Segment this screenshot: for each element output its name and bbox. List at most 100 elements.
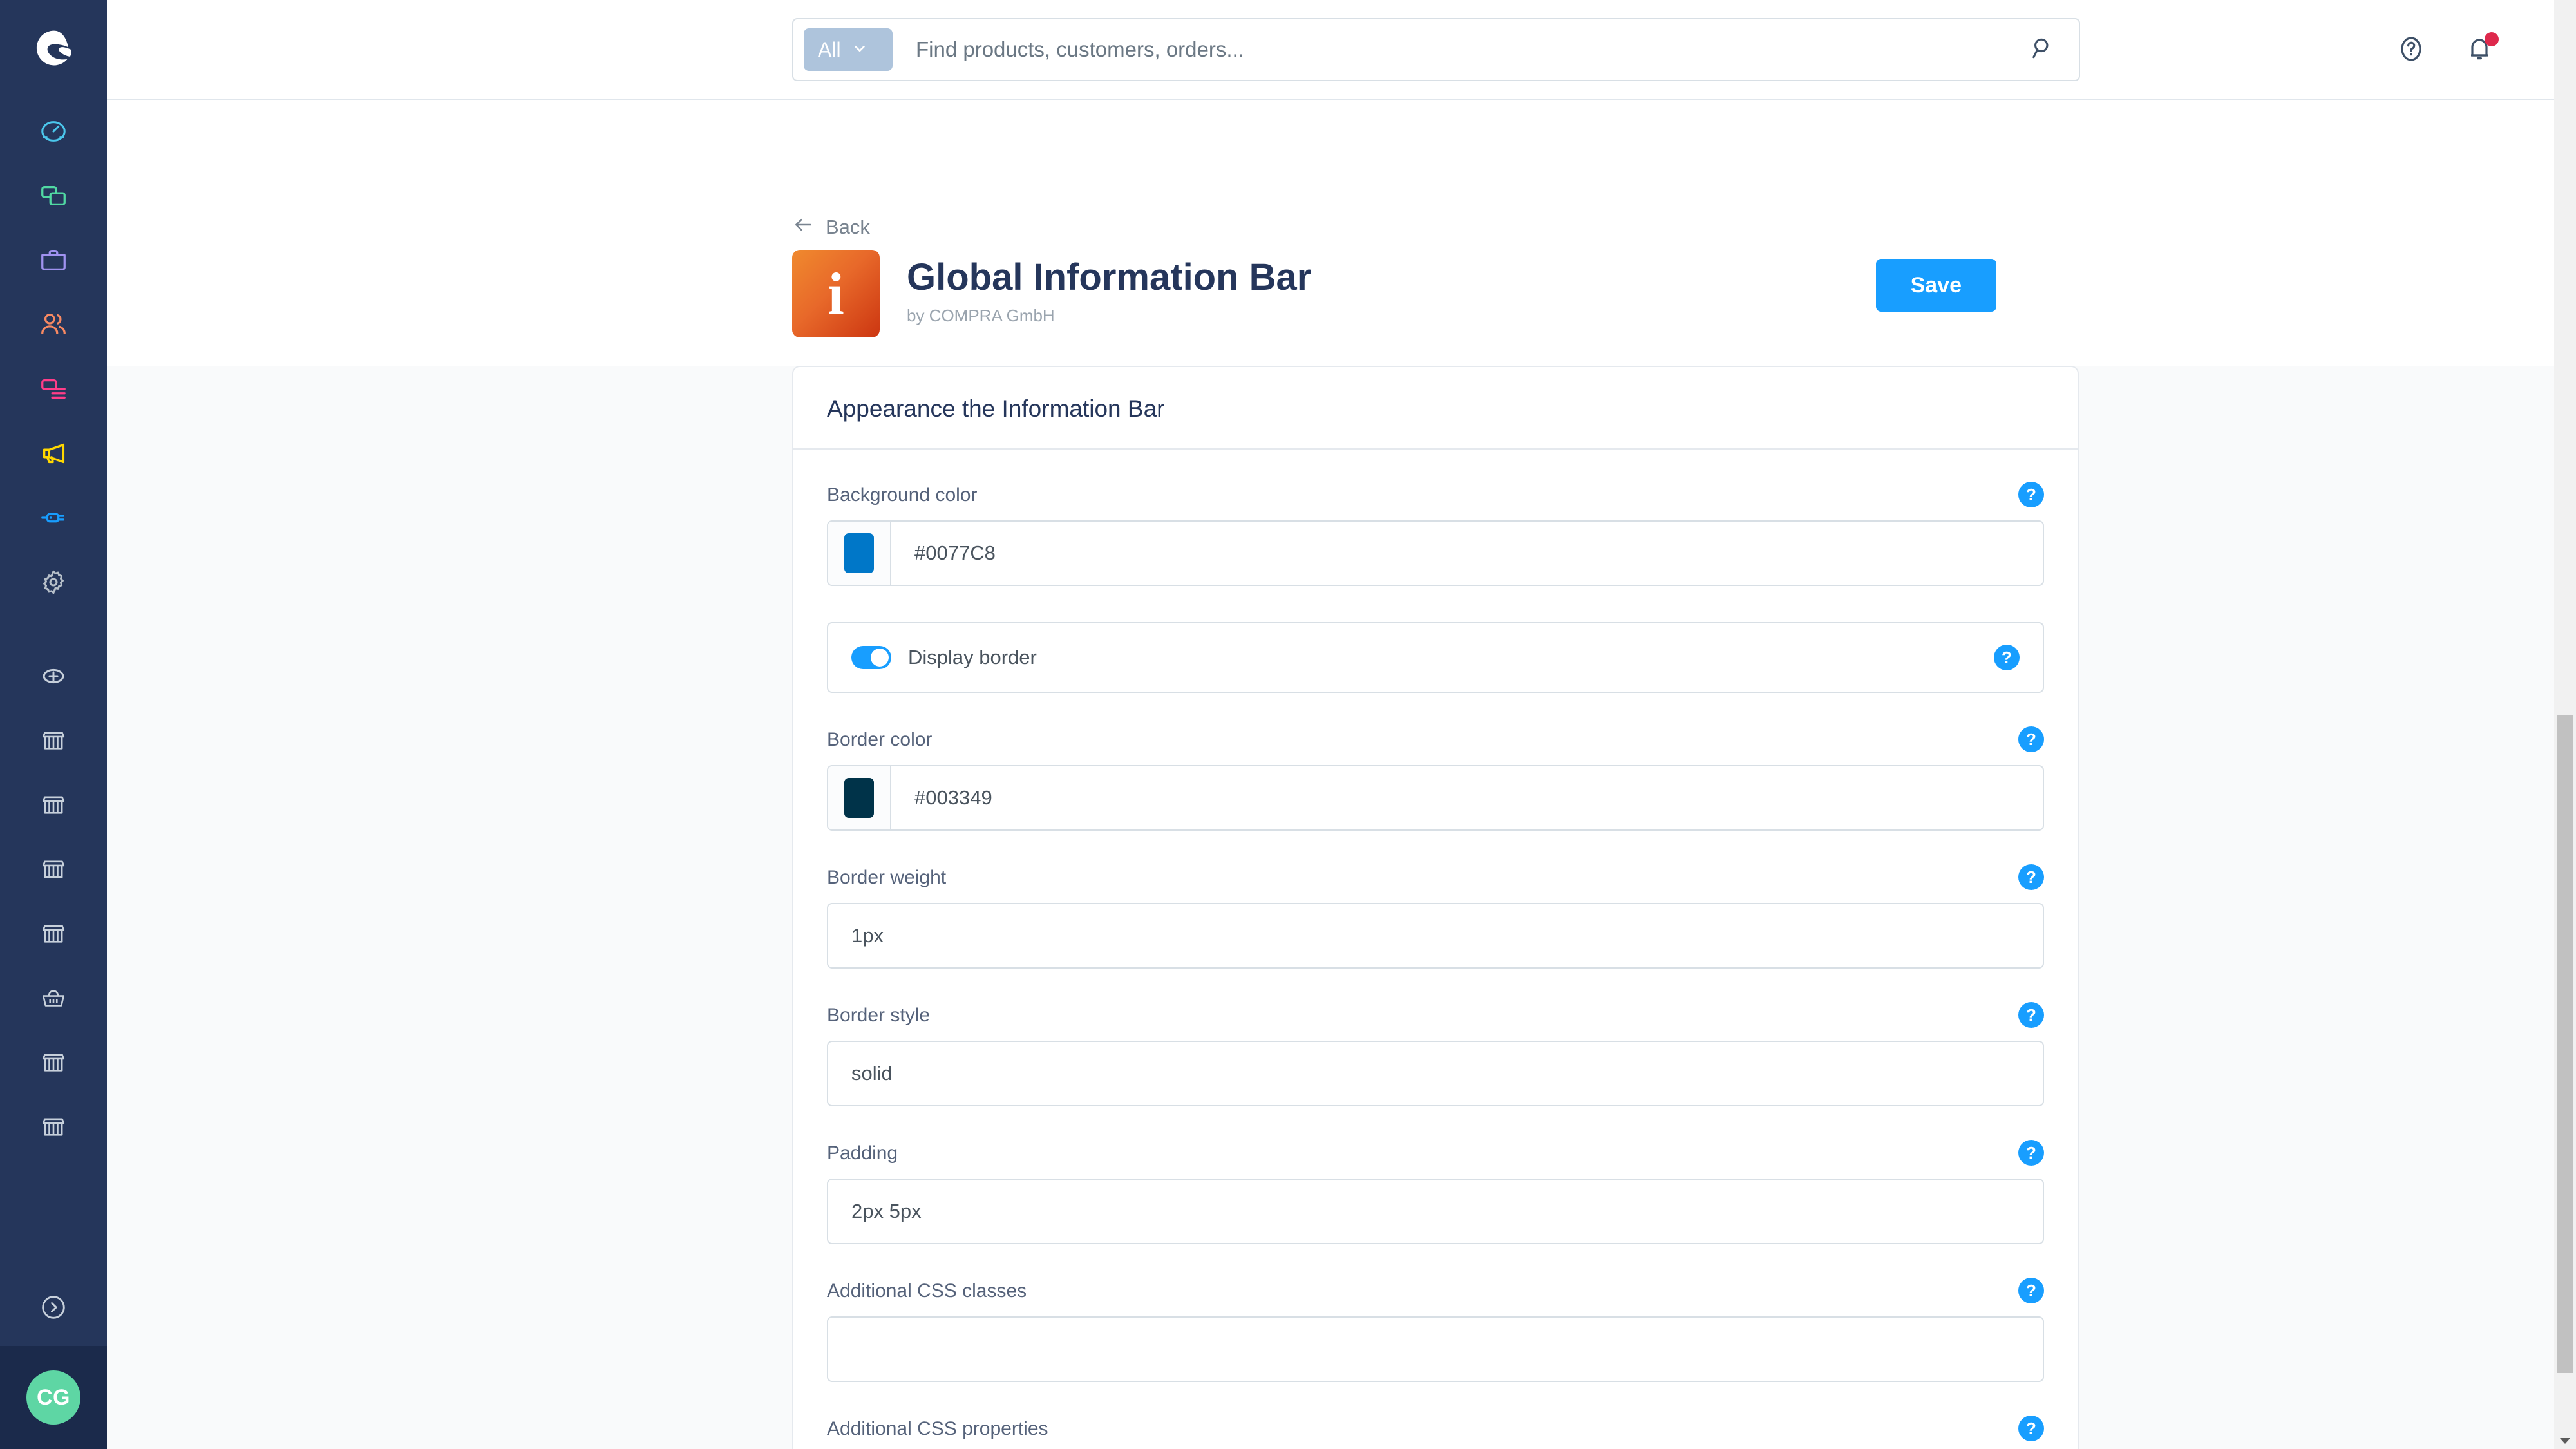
toggle-display-border[interactable] [851,646,891,669]
color-swatch-button-border-color[interactable] [828,766,891,829]
sidebar-item-sales-channel-6[interactable] [0,1030,107,1095]
storefront-icon [40,727,67,754]
help-icon-display-border[interactable]: ? [1994,645,2020,670]
sidebar-main-nav [0,99,107,614]
topbar-actions [2392,0,2499,100]
field-display-border[interactable]: Display border ? [827,622,2044,693]
storefront-icon [40,856,67,883]
color-swatch-border-color [844,778,874,818]
field-additional-css-properties: Additional CSS properties ? [827,1416,2044,1449]
content-area: Appearance the Information Bar Backgroun… [107,366,2576,1449]
sidebar-item-content[interactable] [0,357,107,421]
field-border-weight: Border weight ? 1px [827,864,2044,969]
basket-icon [40,985,67,1012]
help-icon-additional-css-classes[interactable]: ? [2018,1278,2044,1303]
notifications-button[interactable] [2460,31,2499,70]
text-input-border-weight[interactable]: 1px [827,903,2044,969]
sidebar-item-marketing[interactable] [0,421,107,486]
content-list-icon [39,374,68,404]
field-label-padding: Padding [827,1142,898,1164]
color-input-background-color[interactable]: #0077C8 [827,520,2044,586]
sidebar-item-sales-channel-2[interactable] [0,773,107,837]
plug-icon [39,503,68,533]
sidebar-item-sales-channel-4[interactable] [0,902,107,966]
help-icon-padding[interactable]: ? [2018,1140,2044,1166]
gear-icon [39,567,68,597]
chevron-right-circle-icon [39,1293,68,1322]
help-icon-border-color[interactable]: ? [2018,726,2044,752]
help-button[interactable] [2392,31,2430,70]
field-label-border-style: Border style [827,1005,931,1026]
chevron-down-icon [851,38,868,62]
search-icon [2025,34,2054,66]
storefront-icon [40,1049,67,1076]
sidebar-item-catalogues[interactable] [0,164,107,228]
field-additional-css-classes: Additional CSS classes ? [827,1278,2044,1382]
sidebar-item-orders[interactable] [0,228,107,292]
storefront-icon [40,1113,67,1141]
sidebar-item-add-sales-channel[interactable] [0,644,107,708]
windows-copy-icon [39,181,68,211]
page-subtitle: by COMPRA GmbH [907,305,1055,325]
page-scrollbar-thumb[interactable] [2557,715,2573,1373]
page-title-block: Global Information Bar by COMPRA GmbH [907,250,1311,326]
text-input-additional-css-classes[interactable] [827,1316,2044,1382]
help-icon-border-weight[interactable]: ? [2018,864,2044,890]
page-title-row: i Global Information Bar by COMPRA GmbH [107,100,2576,337]
text-input-border-style[interactable]: solid [827,1041,2044,1106]
gauge-icon [39,117,68,146]
avatar[interactable]: CG [26,1370,80,1425]
people-icon [39,310,68,339]
sidebar-user-footer[interactable]: CG [0,1346,107,1449]
color-swatch-button-background-color[interactable] [828,522,891,585]
help-icon-additional-css-properties[interactable]: ? [2018,1416,2044,1441]
sidebar-item-sales-channel-5[interactable] [0,966,107,1030]
page-scrollbar-track[interactable] [2554,0,2576,1449]
back-label: Back [826,216,870,238]
global-search-bar[interactable]: All [792,18,2080,81]
field-border-style: Border style ? solid [827,1002,2044,1106]
sidebar-item-sales-channel-7[interactable] [0,1095,107,1159]
field-border-color: Border color ? #003349 [827,726,2044,831]
sidebar-item-settings[interactable] [0,550,107,614]
field-label-additional-css-properties: Additional CSS properties [827,1418,1048,1439]
sidebar-item-sales-channel-3[interactable] [0,837,107,902]
scroll-down-arrow-icon[interactable] [2560,1438,2570,1444]
field-label-border-color: Border color [827,729,933,750]
main-column: All Find products, customers, orders... … [107,0,2576,1449]
help-icon-background-color[interactable]: ? [2018,482,2044,507]
color-value-background-color[interactable]: #0077C8 [891,522,2043,585]
back-link[interactable]: Back [792,214,870,241]
field-background-color: Background color ? #0077C8 [827,482,2044,586]
search-scope-selector[interactable]: All [804,28,893,71]
color-value-border-color[interactable]: #003349 [891,766,2043,829]
sidebar-item-dashboard[interactable] [0,99,107,164]
page-title: Global Information Bar [907,256,1312,298]
search-input[interactable] [893,37,2011,62]
page-header: Back i Global Information Bar by COMPRA … [107,100,2576,366]
storefront-icon [40,791,67,819]
color-swatch-background-color [844,533,874,573]
field-padding: Padding ? 2px 5px [827,1140,2044,1244]
toggle-knob [871,649,889,667]
text-input-padding[interactable]: 2px 5px [827,1179,2044,1244]
storefront-icon [40,920,67,947]
info-app-icon: i [792,250,880,337]
card-title: Appearance the Information Bar [793,367,2078,450]
field-label-background-color: Background color [827,484,978,506]
sidebar: CG [0,0,107,1449]
search-submit-button[interactable] [2011,34,2069,66]
arrow-left-icon [792,214,814,241]
briefcase-icon [39,245,68,275]
shopware-logo-icon[interactable] [30,24,77,71]
field-label-border-weight: Border weight [827,867,947,888]
sidebar-item-customers[interactable] [0,292,107,357]
help-icon-border-style[interactable]: ? [2018,1002,2044,1028]
sidebar-item-extensions[interactable] [0,486,107,550]
question-circle-icon [2396,33,2427,68]
sidebar-sales-channels [0,644,107,1159]
sidebar-expand-button[interactable] [0,1269,107,1346]
color-input-border-color[interactable]: #003349 [827,765,2044,831]
sidebar-item-sales-channel-1[interactable] [0,708,107,773]
save-button[interactable]: Save [1875,259,1996,312]
